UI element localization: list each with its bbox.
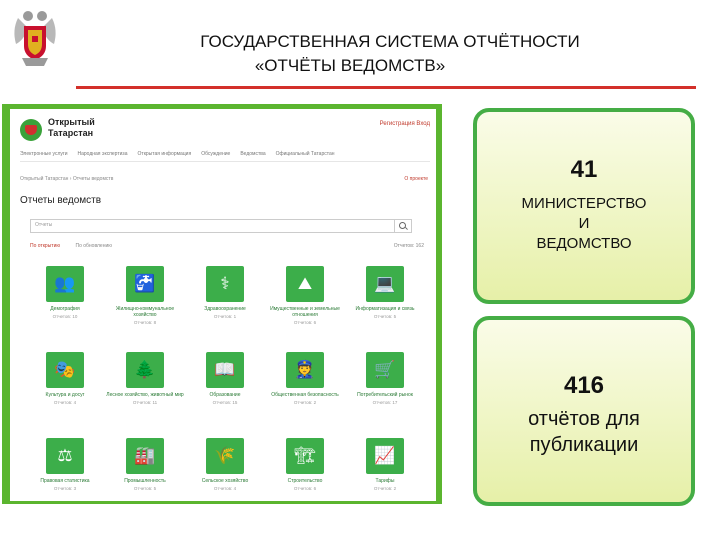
category-count: Отчетов: 15 [212,400,238,405]
chart-icon[interactable]: 📈 [366,438,404,474]
site-brand[interactable]: Открытый Татарстан [48,117,95,139]
brand-line2: Татарстан [48,128,94,138]
category-count: Отчетов: 2 [293,400,317,405]
page-title: Отчеты ведомств [20,195,102,206]
category-name[interactable]: Жилищно-коммунальное хозяйство [104,306,186,318]
category-name[interactable]: Правовая статистика [24,478,106,484]
category-name[interactable]: Лесное хозяйство, животный мир [104,392,186,398]
crane-icon[interactable]: 🏗 [286,438,324,474]
site-nav: Электронные услуги Народная экспертиза Отк… [20,147,430,162]
reports-number: 416 [563,372,605,399]
category-tile[interactable]: 💻 Информатизация и связь Отчетов: 5 [344,266,426,319]
category-tile[interactable]: 📖 Образование Отчетов: 15 [184,352,266,405]
category-tile[interactable]: 🏗 Строительство Отчетов: 6 [264,438,346,491]
faucet-icon[interactable]: 🚰 [126,266,164,302]
category-count: Отчетов: 5 [373,314,397,319]
slide-title-line2: «ОТЧЁТЫ ВЕДОМСТВ» [254,56,446,75]
nav-item-4[interactable]: Ведомства [240,151,265,157]
category-name[interactable]: Здравоохранение [184,306,266,312]
category-count: Отчетов: 8 [133,320,157,325]
site-header: Открытый Татарстан Регистрация Вход [20,117,430,147]
category-tile[interactable]: 👥 Демография Отчетов: 10 [24,266,106,319]
category-tile[interactable]: ⚖ Правовая статистика Отчетов: 3 [24,438,106,491]
search-bar: Отчеты [30,219,412,233]
sort-options: По открытию По обновлению [30,243,126,249]
category-count: Отчетов: 10 [52,314,78,319]
breadcrumb[interactable]: Открытый Татарстан › Отчеты ведомств [20,176,113,182]
category-tile[interactable]: 🚰 Жилищно-коммунальное хозяйство Отчетов: … [104,266,186,325]
category-tile[interactable]: 🌾 Сельское хозяйство Отчетов: 4 [184,438,266,491]
about-link[interactable]: О проекте [404,176,428,182]
search-icon[interactable] [394,220,411,232]
category-count: Отчетов: 11 [132,400,158,405]
category-count: Отчетов: 6 [293,320,317,325]
category-tile[interactable]: 🏭 Промышленность Отчетов: 5 [104,438,186,491]
guard-icon[interactable]: 👮 [286,352,324,388]
caduceus-icon[interactable]: ⚕ [206,266,244,302]
nav-item-0[interactable]: Электронные услуги [20,151,68,157]
ministries-stat-card: 41 МИНИСТЕРСТВО И ВЕДОМСТВО [473,108,695,304]
auth-links[interactable]: Регистрация Вход [380,121,430,127]
category-name[interactable]: Сельское хозяйство [184,478,266,484]
ministries-label: МИНИСТЕРСТВО И ВЕДОМСТВО [521,195,647,252]
category-name[interactable]: Образование [184,392,266,398]
category-name[interactable]: Демография [24,306,106,312]
category-count: Отчетов: 6 [293,486,317,491]
nav-item-1[interactable]: Народная экспертиза [78,151,128,157]
factory-icon[interactable]: 🏭 [126,438,164,474]
title-underline [76,86,696,89]
people-icon[interactable]: 👥 [46,266,84,302]
category-tile[interactable]: ⛰ Имущественные и земельные отношения Отче… [264,266,346,325]
category-name[interactable]: Имущественные и земельные отношения [264,306,346,318]
forest-icon[interactable]: 🌲 [126,352,164,388]
theater-icon[interactable]: 🎭 [46,352,84,388]
sort-by-opening[interactable]: По открытию [30,243,60,249]
website-screenshot-frame: Открытый Татарстан Регистрация Вход Элек… [2,104,442,504]
category-tile[interactable]: 🎭 Культура и досуг Отчетов: 4 [24,352,106,405]
nav-item-2[interactable]: Открытая информация [138,151,192,157]
slide-title: ГОСУДАРСТВЕННАЯ СИСТЕМА ОТЧЁТНОСТИ «ОТЧЁ… [80,30,700,78]
nav-item-5[interactable]: Официальный Татарстан [276,151,335,157]
category-count: Отчетов: 3 [53,486,77,491]
laptop-icon[interactable]: 💻 [366,266,404,302]
category-tile[interactable]: 🛒 Потребительский рынок Отчетов: 17 [344,352,426,405]
nav-item-3[interactable]: Обсуждение [201,151,230,157]
category-count: Отчетов: 2 [373,486,397,491]
category-tile[interactable]: 👮 Общественная безопасность Отчетов: 2 [264,352,346,405]
category-name[interactable]: Промышленность [104,478,186,484]
category-name[interactable]: Культура и досуг [24,392,106,398]
cart-icon[interactable]: 🛒 [366,352,404,388]
category-count: Отчетов: 17 [372,400,398,405]
book-icon[interactable]: 📖 [206,352,244,388]
category-count: Отчетов: 1 [213,314,237,319]
category-count: Отчетов: 4 [213,486,237,491]
reports-label: отчётов для публикации [528,408,640,456]
reports-count: Отчетов: 162 [393,243,424,249]
website-screenshot: Открытый Татарстан Регистрация Вход Элек… [10,109,436,501]
category-tile[interactable]: 📈 Тарифы Отчетов: 2 [344,438,426,491]
category-name[interactable]: Строительство [264,478,346,484]
category-name[interactable]: Общественная безопасность [264,392,346,398]
category-count: Отчетов: 4 [53,400,77,405]
scales-icon[interactable]: ⚖ [46,438,84,474]
category-name[interactable]: Информатизация и связь [344,306,426,312]
site-logo-icon[interactable] [20,119,42,141]
reports-stat-card: 416 отчётов для публикации [473,316,695,506]
search-input[interactable]: Отчеты [35,222,52,228]
wheat-icon[interactable]: 🌾 [206,438,244,474]
category-name[interactable]: Тарифы [344,478,426,484]
brand-line1: Открытый [48,117,95,127]
land-icon[interactable]: ⛰ [286,266,324,302]
ministries-number: 41 [570,156,598,183]
category-count: Отчетов: 5 [133,486,157,491]
category-tile[interactable]: ⚕ Здравоохранение Отчетов: 1 [184,266,266,319]
category-tile[interactable]: 🌲 Лесное хозяйство, животный мир Отчетов: … [104,352,186,405]
sort-by-update[interactable]: По обновлению [76,243,113,249]
slide-title-line1: ГОСУДАРСТВЕННАЯ СИСТЕМА ОТЧЁТНОСТИ [200,32,580,51]
category-name[interactable]: Потребительский рынок [344,392,426,398]
